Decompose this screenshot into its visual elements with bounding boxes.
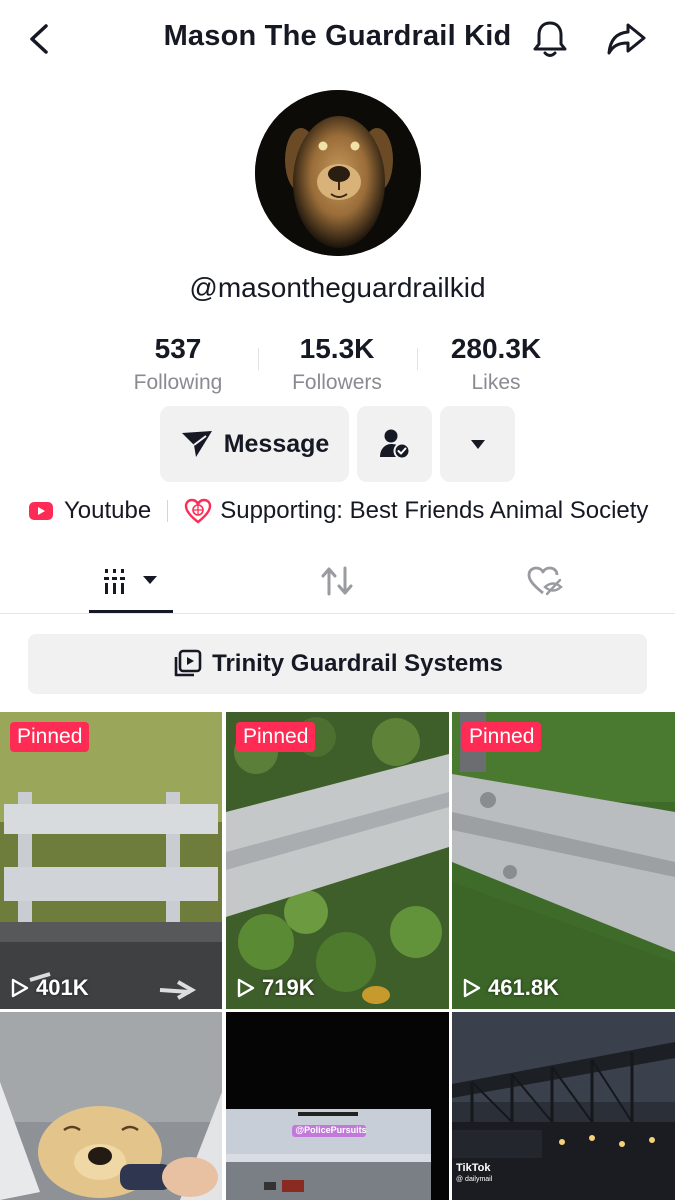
stat-following[interactable]: 537 Following xyxy=(98,332,258,398)
link-separator xyxy=(167,500,169,522)
tab-reposts[interactable] xyxy=(297,548,377,614)
stat-label: Likes xyxy=(471,371,521,394)
charity-heart-icon xyxy=(185,498,212,524)
send-icon xyxy=(181,431,212,457)
stat-followers[interactable]: 15.3K Followers xyxy=(257,332,417,398)
view-count-text: 401K xyxy=(36,975,89,1000)
more-options-button[interactable] xyxy=(440,406,515,482)
notifications-button[interactable] xyxy=(530,18,570,60)
playlist-label: Trinity Guardrail Systems xyxy=(212,650,503,677)
stat-value: 15.3K xyxy=(299,333,375,364)
caret-down-icon xyxy=(470,440,485,449)
video-thumbnail[interactable]: TikTok @ dailymail xyxy=(452,1012,675,1200)
video-grid-icon xyxy=(104,569,157,594)
watermark-text: @PolicePursuits xyxy=(295,1125,367,1135)
playlist-button[interactable]: Trinity Guardrail Systems xyxy=(28,634,647,694)
stat-label: Followers xyxy=(292,371,382,394)
pinned-badge: Pinned xyxy=(462,722,542,752)
profile-handle: @masontheguardrailkid xyxy=(189,272,486,303)
video-thumbnail[interactable]: Pinned 719K xyxy=(226,712,449,1009)
tab-videos[interactable] xyxy=(89,548,173,614)
view-count-text: 719K xyxy=(262,975,315,1000)
profile-title: Mason The Guardrail Kid xyxy=(163,20,512,52)
video-thumbnail[interactable]: Pinned 461.8K xyxy=(452,712,675,1009)
view-count-text: 461.8K xyxy=(488,975,559,1000)
tiktok-watermark: TikTok @ dailymail xyxy=(456,1162,492,1186)
watermark-brand: TikTok xyxy=(456,1162,491,1174)
youtube-link[interactable]: Youtube xyxy=(64,497,151,525)
pinned-badge: Pinned xyxy=(10,722,90,752)
playlist-icon xyxy=(174,649,202,677)
content-tabs xyxy=(0,548,675,614)
play-icon xyxy=(11,978,29,998)
repost-icon xyxy=(321,566,353,596)
top-bar: Mason The Guardrail Kid xyxy=(0,0,675,78)
share-button[interactable] xyxy=(604,18,648,60)
youtube-icon xyxy=(29,502,53,520)
active-tab-indicator xyxy=(89,610,173,613)
hidden-likes-icon xyxy=(527,566,563,596)
video-thumbnail[interactable]: @PolicePursuits xyxy=(226,1012,449,1200)
view-count: 461.8K xyxy=(460,975,559,1001)
supporting-link[interactable]: Supporting: Best Friends Animal Society xyxy=(220,497,648,525)
video-thumbnail[interactable]: Pinned 401K xyxy=(0,712,222,1009)
avatar[interactable] xyxy=(255,90,421,256)
video-thumbnail[interactable] xyxy=(0,1012,222,1200)
watermark-account: @ dailymail xyxy=(456,1176,493,1183)
play-icon xyxy=(237,978,255,998)
stat-value: 537 xyxy=(154,333,202,364)
stat-label: Following xyxy=(133,371,223,394)
bell-icon xyxy=(533,21,567,57)
message-button-label: Message xyxy=(223,429,330,458)
stat-value: 280.3K xyxy=(450,333,542,364)
view-count: 401K xyxy=(8,975,89,1001)
message-button[interactable]: Message xyxy=(160,406,349,482)
tab-liked[interactable] xyxy=(505,548,585,614)
play-icon xyxy=(463,978,481,998)
share-arrow-icon xyxy=(607,23,646,55)
following-status-button[interactable] xyxy=(357,406,432,482)
bio-links: Youtube Supporting: Best Friends Animal … xyxy=(28,494,648,528)
pinned-badge: Pinned xyxy=(236,722,316,752)
stat-likes[interactable]: 280.3K Likes xyxy=(416,332,576,398)
view-count: 719K xyxy=(234,975,315,1001)
user-check-icon xyxy=(379,429,410,460)
